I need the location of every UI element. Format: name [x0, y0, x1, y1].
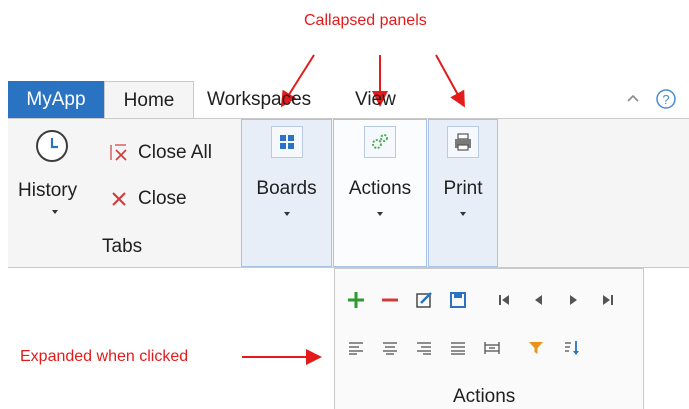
close-label: Close	[138, 188, 187, 209]
boards-label: Boards	[256, 178, 317, 199]
previous-icon[interactable]	[527, 289, 549, 311]
tab-view[interactable]: View	[355, 81, 396, 119]
distribute-icon[interactable]	[481, 337, 503, 359]
help-icon[interactable]: ?	[655, 88, 677, 115]
history-label: History	[18, 180, 78, 201]
print-collapsed-panel[interactable]: Print	[428, 119, 498, 267]
clock-icon	[34, 128, 70, 169]
actions-label: Actions	[348, 178, 412, 199]
filter-icon[interactable]	[525, 337, 547, 359]
actions-collapsed-panel[interactable]: Actions	[333, 119, 427, 267]
tabs-group-label: Tabs	[102, 236, 143, 257]
next-icon[interactable]	[563, 289, 585, 311]
add-icon[interactable]	[345, 289, 367, 311]
close-all-icon	[108, 142, 130, 169]
save-icon[interactable]	[447, 289, 469, 311]
actions-popup: Actions	[334, 268, 644, 409]
align-center-icon[interactable]	[379, 337, 401, 359]
edit-icon[interactable]	[413, 289, 435, 311]
close-button[interactable]: Close	[108, 184, 208, 214]
ribbon-tab-bar: MyApp Home Workspaces View ?	[8, 81, 689, 119]
svg-text:?: ?	[662, 92, 669, 107]
sort-icon[interactable]	[561, 337, 583, 359]
chevron-down-icon	[377, 212, 383, 216]
expanded-annotation: Expanded when clicked	[20, 348, 189, 365]
close-icon	[110, 190, 128, 213]
boards-collapsed-panel[interactable]: Boards	[241, 119, 332, 267]
align-right-icon[interactable]	[413, 337, 435, 359]
align-left-icon[interactable]	[345, 337, 367, 359]
print-label: Print	[443, 178, 483, 199]
justify-icon[interactable]	[447, 337, 469, 359]
boards-icon	[270, 126, 303, 158]
chevron-down-icon	[52, 210, 58, 214]
first-icon[interactable]	[493, 289, 515, 311]
print-icon	[447, 126, 479, 158]
actions-icon	[364, 126, 396, 158]
tab-workspaces[interactable]: Workspaces	[207, 81, 311, 119]
tab-myapp[interactable]: MyApp	[8, 81, 104, 119]
chevron-down-icon	[460, 212, 466, 216]
history-button[interactable]: History	[16, 126, 94, 222]
remove-icon[interactable]	[379, 289, 401, 311]
close-all-label: Close All	[138, 142, 212, 163]
actions-popup-label: Actions	[453, 386, 516, 407]
last-icon[interactable]	[597, 289, 619, 311]
close-all-button[interactable]: Close All	[108, 138, 234, 168]
collapse-ribbon-icon[interactable]	[625, 90, 641, 111]
chevron-down-icon	[283, 212, 290, 216]
tab-home[interactable]: Home	[104, 81, 194, 119]
